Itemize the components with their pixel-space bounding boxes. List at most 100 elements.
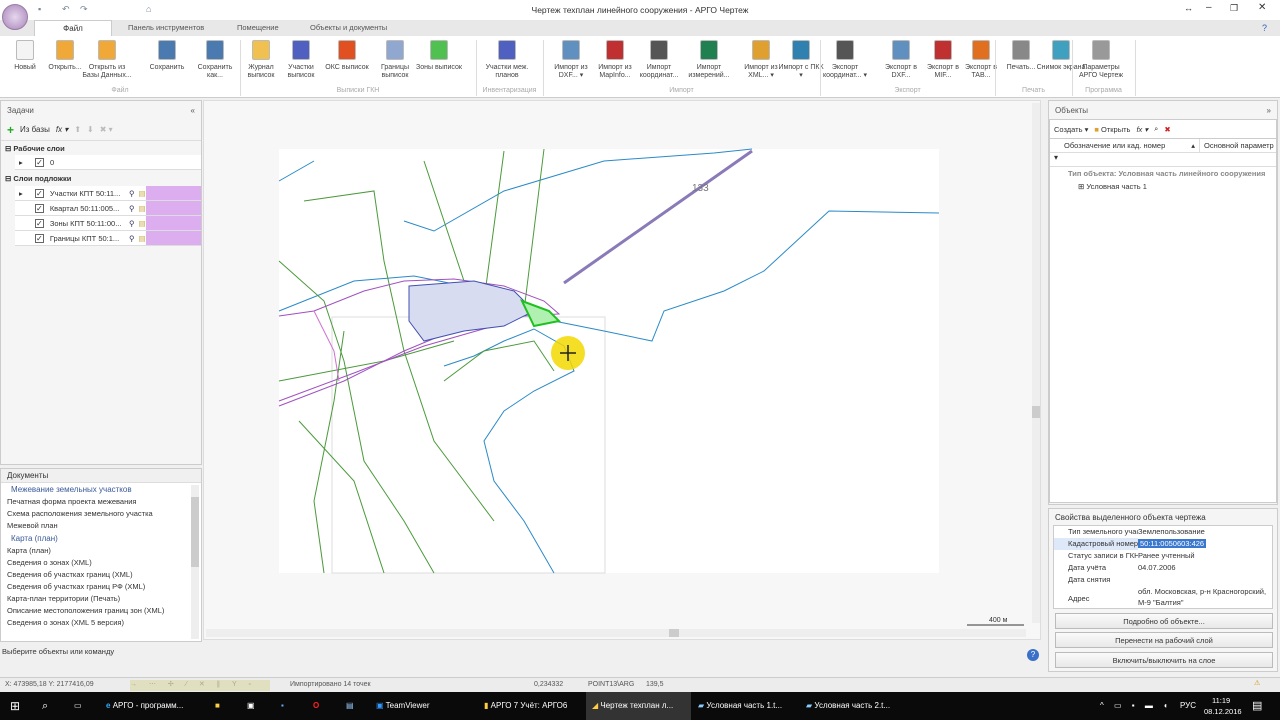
tray-icons[interactable]: ^ ▭ ▪ ▬ ◖ <box>1100 692 1172 720</box>
opera-icon[interactable]: O <box>313 692 319 720</box>
document-item[interactable]: Карта-план территории (Печать) <box>1 593 189 605</box>
tab-room[interactable]: Помещение <box>237 23 279 32</box>
document-item[interactable]: Описание местоположения границ зон (XML) <box>1 605 189 617</box>
document-item[interactable]: Сведения о зонах (XML) <box>1 557 189 569</box>
layer-row[interactable]: ▸ ✓ Участки КПТ 50:11... ⚲ ▤ <box>15 186 201 201</box>
ribbon-button[interactable]: Экспорт координат... ▾ <box>820 40 870 80</box>
document-item[interactable]: Карта (план) <box>1 545 189 557</box>
start-icon[interactable]: ⊞ <box>10 692 20 720</box>
binoculars-icon[interactable]: ⚲ <box>129 219 135 228</box>
help-icon[interactable]: ? <box>1027 649 1039 661</box>
taskbar-item[interactable]: ▮ АРГО 7 Учёт: АРГО6 <box>484 692 567 720</box>
layer-row[interactable]: ✓ Границы КПТ 50:1... ⚲ ▤ <box>15 231 201 246</box>
binoculars-icon[interactable]: ⚲ <box>129 234 135 243</box>
ribbon-button[interactable]: Импорт измерений... <box>684 40 734 80</box>
scrollbar[interactable] <box>191 485 199 639</box>
layer-properties-icon[interactable]: ▤ <box>139 204 146 213</box>
list-item[interactable]: ⊞ Условная часть 1 <box>1050 181 1276 193</box>
ribbon-button[interactable]: Границы выписок <box>370 40 420 80</box>
layer-row[interactable]: ✓ Зоны КПТ 50:11:00... ⚲ ▤ <box>15 216 201 231</box>
collapse-icon[interactable]: » <box>1267 106 1271 115</box>
layer-row[interactable]: ▸ ✓ 0 <box>15 155 201 170</box>
column-header-param[interactable]: Основной параметр <box>1200 139 1274 152</box>
taskbar-item-active[interactable]: ◢ Чертеж техплан л... <box>586 692 691 720</box>
layer-checkbox[interactable]: ✓ <box>34 218 44 228</box>
filter-row[interactable]: ▾ <box>1050 153 1276 167</box>
ribbon-button[interactable]: Открыть из Базы Данных... <box>82 40 132 80</box>
warning-icon[interactable]: ⚠ <box>1254 679 1260 687</box>
taskbar-item[interactable]: ▣ TeamViewer <box>376 692 430 720</box>
drawing-canvas[interactable]: 133 400 м 133 <box>203 100 1041 640</box>
base-layers-header[interactable]: ⊟ Слои подложки <box>1 170 201 186</box>
ribbon-button[interactable]: Параметры АРГО Чертеж <box>1076 40 1126 80</box>
clock-date[interactable]: 08.12.2016 <box>1204 707 1242 716</box>
open-button[interactable]: ■ Открыть <box>1094 125 1130 134</box>
details-button[interactable]: Подробно об объекте... <box>1055 613 1273 629</box>
property-row[interactable]: Адрес обл. Московская, р-н Красногорский,… <box>1054 586 1272 608</box>
function-icon[interactable]: fx ▾ <box>1136 125 1148 134</box>
property-row[interactable]: Тип земельного участкаЗемлепользование <box>1054 526 1272 538</box>
restore-size-icon[interactable]: ↔ <box>1184 3 1193 13</box>
close-button[interactable]: ✕ <box>1258 2 1266 13</box>
ribbon-button[interactable]: Сохранить как... <box>190 40 240 80</box>
layer-checkbox[interactable]: ✓ <box>34 233 44 243</box>
column-header-designation[interactable]: Обозначение или кад. номер ▴ <box>1050 139 1200 152</box>
binoculars-icon[interactable]: ⚲ <box>129 204 135 213</box>
delete-icon[interactable]: ✖ ▾ <box>100 125 113 134</box>
save-icon[interactable]: ▪ <box>38 4 48 14</box>
property-row[interactable]: Дата снятия <box>1054 574 1272 586</box>
language-indicator[interactable]: РУС <box>1180 692 1196 720</box>
add-icon[interactable]: + <box>7 123 14 137</box>
explorer-icon[interactable]: ■ <box>215 692 220 720</box>
store-icon[interactable]: ▣ <box>247 692 255 720</box>
property-row[interactable]: Кадастровый номер 50:11:0050603:426 <box>1054 538 1272 550</box>
search-icon[interactable]: ⌕ <box>42 692 48 720</box>
document-item[interactable]: Межевой план <box>1 520 189 532</box>
ribbon-button[interactable]: Участки меж. планов <box>482 40 532 80</box>
home-icon[interactable]: ⌂ <box>146 4 156 14</box>
document-item[interactable]: Сведения об участках границ (XML) <box>1 569 189 581</box>
working-layers-header[interactable]: ⊟ Рабочие слои <box>1 141 201 155</box>
layer-row[interactable]: ✓ Квартал 50:11:005... ⚲ ▤ <box>15 201 201 216</box>
network-icon[interactable]: ▪ <box>281 692 284 720</box>
document-item[interactable]: Схема расположения земельного участка <box>1 508 189 520</box>
layer-properties-icon[interactable]: ▤ <box>139 219 146 228</box>
binoculars-icon[interactable]: ⚲ <box>129 189 135 198</box>
layer-checkbox[interactable]: ✓ <box>34 203 44 213</box>
notifications-icon[interactable]: ▤ <box>1252 692 1262 720</box>
snap-toolbar[interactable]: → ⋯ ✢ ⁄ ✕ ∥ Y ▫ <box>130 680 270 691</box>
layer-checkbox[interactable]: ✓ <box>34 188 44 198</box>
map-drawing[interactable]: 133 400 м <box>204 101 1042 641</box>
task-view-icon[interactable]: ▭ <box>74 692 82 720</box>
clock-time[interactable]: 11:19 <box>1212 696 1230 705</box>
app-menu-button[interactable] <box>2 4 28 30</box>
group-row[interactable]: Тип объекта: Условная часть линейного со… <box>1050 167 1276 181</box>
ribbon-button[interactable]: Импорт из MapInfo... <box>590 40 640 80</box>
ribbon-button[interactable]: Участки выписок <box>276 40 326 80</box>
move-up-icon[interactable]: ⬆ <box>74 125 81 134</box>
document-item[interactable]: Печатная форма проекта межевания <box>1 496 189 508</box>
zoom-icon[interactable]: ⌕ <box>1154 124 1158 134</box>
layer-properties-icon[interactable]: ▤ <box>139 234 146 243</box>
move-to-working-layer-button[interactable]: Перенести на рабочий слой <box>1055 632 1273 648</box>
move-down-icon[interactable]: ⬇ <box>87 125 94 134</box>
toggle-on-layer-button[interactable]: Включить/выключить на слое <box>1055 652 1273 668</box>
help-icon[interactable]: ? <box>1262 23 1267 33</box>
redo-icon[interactable]: ↷ <box>80 4 90 14</box>
maximize-button[interactable]: ❐ <box>1230 3 1238 14</box>
layer-checkbox[interactable]: ✓ <box>35 157 44 167</box>
layer-color-swatch[interactable] <box>145 201 201 215</box>
layer-color-swatch[interactable] <box>145 186 201 200</box>
app-icon[interactable]: ▤ <box>346 692 354 720</box>
taskbar-item[interactable]: ▰ Условная часть 2.t... <box>806 692 890 720</box>
property-row[interactable]: Дата учёта 04.07.2006 <box>1054 562 1272 574</box>
delete-icon[interactable]: ✖ <box>1164 125 1170 134</box>
collapse-icon[interactable]: « <box>191 106 195 115</box>
ribbon-button[interactable]: Импорт координат... <box>634 40 684 80</box>
ribbon-button[interactable]: Импорт с ПКК ▾ <box>776 40 826 80</box>
function-icon[interactable]: fx ▾ <box>56 125 68 134</box>
layer-color-swatch[interactable] <box>145 231 201 245</box>
layer-color-swatch[interactable] <box>145 216 201 230</box>
ribbon-button[interactable]: Сохранить <box>142 40 192 72</box>
document-item[interactable]: Сведения о зонах (XML 5 версия) <box>1 617 189 629</box>
